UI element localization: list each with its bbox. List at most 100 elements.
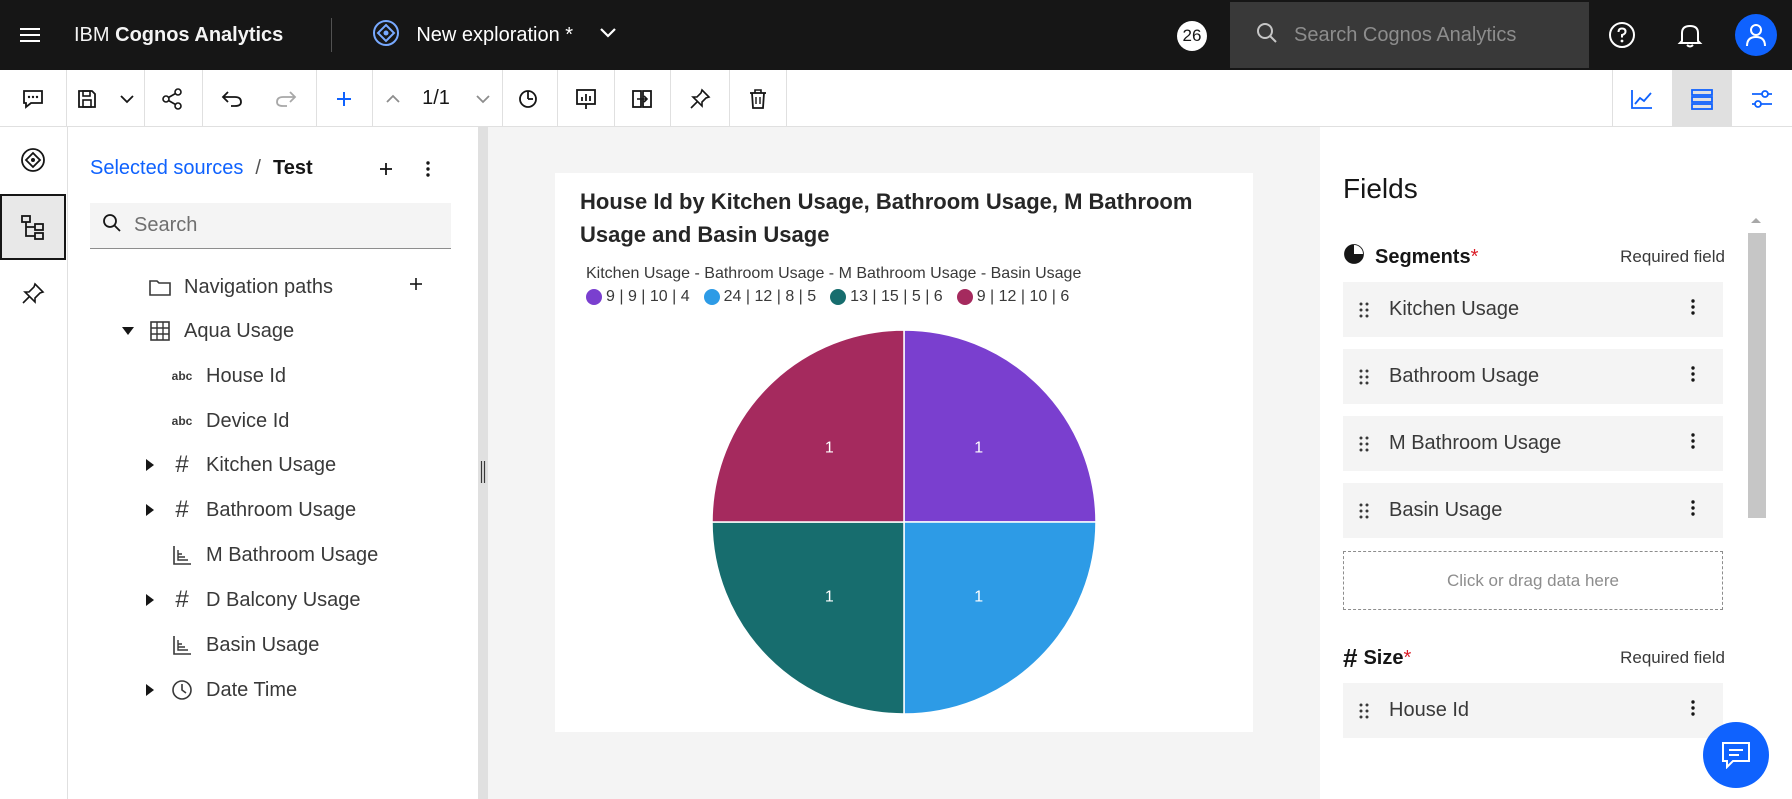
- next-page-icon[interactable]: [468, 70, 498, 127]
- share-icon[interactable]: [152, 70, 192, 127]
- breadcrumb-selected-sources[interactable]: Selected sources: [90, 157, 243, 179]
- segment-field-item[interactable]: Bathroom Usage: [1343, 349, 1723, 404]
- exploration-title: New exploration *: [416, 23, 574, 46]
- save-menu-chevron-icon[interactable]: [112, 70, 142, 127]
- field-label: Basin Usage: [1389, 499, 1503, 521]
- top-bar: IBM Cognos Analytics New exploration * 2…: [0, 0, 1792, 70]
- pie-slice-value-label: 1: [825, 439, 834, 456]
- tree-item-navigation-paths[interactable]: Navigation paths: [148, 267, 333, 307]
- properties-icon[interactable]: [1732, 70, 1792, 127]
- tree-item-label: D Balcony Usage: [206, 588, 361, 611]
- chat-icon: [1722, 742, 1750, 769]
- pin-icon[interactable]: [676, 70, 724, 127]
- caret-right-icon[interactable]: [142, 502, 158, 518]
- field-label: Bathroom Usage: [1389, 365, 1540, 387]
- left-rail: [0, 127, 68, 799]
- explore-icon[interactable]: [0, 127, 66, 193]
- size-field-item[interactable]: House Id: [1343, 683, 1723, 738]
- notification-bell-icon[interactable]: [1658, 0, 1722, 70]
- drag-handle-icon[interactable]: [1357, 703, 1371, 719]
- caret-right-icon[interactable]: [142, 682, 158, 698]
- fields-panel-icon[interactable]: [1672, 70, 1732, 127]
- redo-icon[interactable]: [264, 70, 308, 127]
- add-navigation-path-icon[interactable]: [398, 266, 434, 302]
- tree-item-kitchen-usage[interactable]: # Kitchen Usage: [170, 445, 336, 485]
- segment-field-item[interactable]: M Bathroom Usage: [1343, 416, 1723, 471]
- overflow-menu-icon[interactable]: [1691, 365, 1695, 388]
- drag-handle-icon[interactable]: [1357, 369, 1371, 385]
- chevron-down-icon[interactable]: [599, 26, 617, 44]
- data-tree-icon[interactable]: [0, 194, 66, 260]
- overflow-menu-icon[interactable]: [1691, 432, 1695, 455]
- segments-dropzone[interactable]: Click or drag data here: [1343, 551, 1723, 610]
- abc-icon: abc: [171, 369, 193, 383]
- size-label: Size: [1363, 646, 1404, 669]
- undo-icon[interactable]: [210, 70, 254, 127]
- pin-icon[interactable]: [0, 261, 66, 327]
- segment-field-item[interactable]: Kitchen Usage: [1343, 282, 1723, 337]
- overflow-menu-icon[interactable]: [410, 151, 446, 187]
- drag-handle-icon[interactable]: [1357, 503, 1371, 519]
- user-avatar[interactable]: [1735, 14, 1777, 56]
- tree-item-bathroom-usage[interactable]: # Bathroom Usage: [170, 490, 356, 530]
- tree-item-device-id[interactable]: abc Device Id: [170, 401, 290, 441]
- drag-handle-icon[interactable]: [1357, 302, 1371, 318]
- tree-item-house-id[interactable]: abc House Id: [170, 356, 286, 396]
- pie-slice[interactable]: [903, 329, 1097, 523]
- source-search-input[interactable]: [134, 214, 434, 237]
- size-slot-header: # Size * Required field: [1343, 643, 1725, 673]
- tree-item-aqua-usage[interactable]: Aqua Usage: [148, 311, 294, 351]
- exploration-switcher[interactable]: New exploration *: [372, 19, 617, 52]
- divider: [729, 70, 730, 127]
- tree-item-label: Date Time: [206, 678, 298, 701]
- presentation-chart-icon[interactable]: [564, 70, 608, 127]
- segment-field-item[interactable]: Basin Usage: [1343, 483, 1723, 538]
- field-label: House Id: [1389, 699, 1470, 721]
- chat-assistant-button[interactable]: [1703, 722, 1769, 788]
- tree-item-basin-usage[interactable]: Basin Usage: [170, 625, 319, 665]
- help-icon[interactable]: [1590, 0, 1654, 70]
- divider: [66, 70, 67, 127]
- tree-item-date-time[interactable]: Date Time: [170, 670, 297, 710]
- global-search-input[interactable]: [1294, 23, 1574, 47]
- field-label: M Bathroom Usage: [1389, 432, 1562, 454]
- scrollbar-thumb[interactable]: [1748, 233, 1766, 518]
- pie-slice[interactable]: [711, 521, 905, 715]
- breadcrumb-current: Test: [272, 157, 313, 179]
- panel-splitter[interactable]: [478, 127, 488, 799]
- save-icon[interactable]: [72, 70, 102, 127]
- fields-title: Fields: [1343, 173, 1418, 204]
- pie-slice[interactable]: [711, 329, 905, 523]
- user-icon: [1746, 24, 1766, 47]
- global-search[interactable]: [1230, 2, 1589, 68]
- overflow-menu-icon[interactable]: [1691, 499, 1695, 522]
- timer-icon[interactable]: [508, 70, 548, 127]
- caret-right-icon[interactable]: [142, 592, 158, 608]
- visualization-icon[interactable]: [1612, 70, 1672, 127]
- scroll-up-icon[interactable]: [1746, 212, 1766, 228]
- breadcrumb-separator: /: [255, 157, 261, 179]
- pie-slice[interactable]: [903, 521, 1097, 715]
- notification-count-badge[interactable]: 26: [1177, 21, 1207, 51]
- comment-icon[interactable]: [0, 70, 66, 127]
- visualization-card[interactable]: House Id by Kitchen Usage, Bathroom Usag…: [555, 173, 1253, 732]
- overflow-menu-icon[interactable]: [1691, 298, 1695, 321]
- delete-icon[interactable]: [734, 70, 782, 127]
- add-source-icon[interactable]: [368, 151, 404, 187]
- tree-item-m-bathroom-usage[interactable]: M Bathroom Usage: [170, 535, 378, 575]
- source-search[interactable]: [90, 203, 451, 249]
- swap-icon[interactable]: [620, 70, 664, 127]
- previous-page-icon[interactable]: [378, 70, 408, 127]
- drag-handle-icon[interactable]: [1357, 436, 1371, 452]
- overflow-menu-icon[interactable]: [1691, 699, 1695, 722]
- caret-right-icon[interactable]: [142, 457, 158, 473]
- hash-icon: #: [175, 586, 189, 613]
- caret-down-icon[interactable]: [120, 323, 136, 339]
- menu-icon[interactable]: [0, 0, 60, 70]
- divider: [202, 70, 203, 127]
- add-icon[interactable]: [324, 70, 364, 127]
- app-brand[interactable]: IBM Cognos Analytics: [74, 24, 283, 47]
- required-field-text: Required field: [1620, 648, 1725, 667]
- tree-item-d-balcony-usage[interactable]: # D Balcony Usage: [170, 580, 361, 620]
- tree-item-label: Basin Usage: [206, 633, 320, 656]
